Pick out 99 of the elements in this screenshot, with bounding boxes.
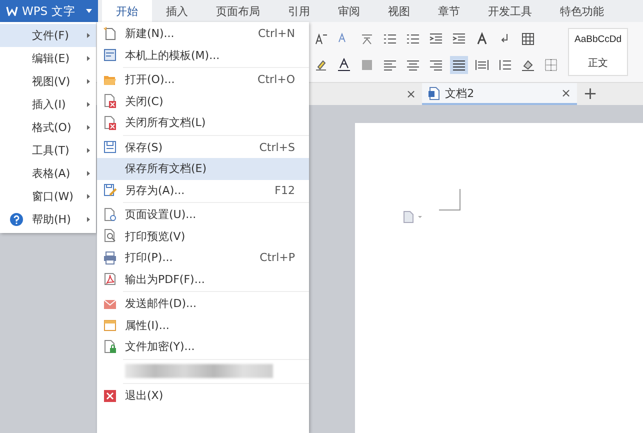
ribbon-tab[interactable]: 特色功能: [546, 0, 618, 22]
ribbon-tab[interactable]: 视图: [374, 0, 424, 22]
submenu-arrow-icon: [87, 102, 90, 107]
menu-item[interactable]: 页面设置(U)...: [97, 204, 309, 226]
menu-item[interactable]: 输出为PDF(F)...: [97, 268, 309, 290]
print-icon: [103, 250, 117, 265]
menu-item[interactable]: 表格(A): [0, 162, 96, 185]
submenu-arrow-icon: [87, 171, 90, 176]
encrypt-icon: [103, 340, 117, 354]
close-icon: [103, 116, 117, 130]
shortcut-text: Ctrl+O: [258, 73, 295, 86]
shortcut-text: Ctrl+S: [259, 140, 295, 154]
ribbon-tab[interactable]: 审阅: [324, 0, 374, 22]
new-tab-button[interactable]: +: [577, 83, 604, 105]
menu-item[interactable]: 保存(S) Ctrl+S: [97, 136, 309, 158]
submenu-arrow-icon: [87, 33, 90, 38]
menu-item[interactable]: 发送邮件(D)...: [97, 293, 309, 314]
menu-item[interactable]: 新建(N)... Ctrl+N: [97, 23, 309, 44]
ribbon-tab[interactable]: 页面布局: [202, 0, 274, 22]
shortcut-text: F12: [274, 184, 295, 197]
submenu-arrow-icon: [87, 79, 90, 84]
outdent-icon: [429, 32, 443, 46]
submenu-arrow-icon: [87, 56, 90, 61]
distribute-icon: [475, 58, 489, 72]
app-menu-button[interactable]: WPS 文字: [0, 0, 98, 22]
tab-title: 文档2: [445, 86, 476, 100]
close-button[interactable]: ×: [561, 86, 572, 100]
submenu-arrow-icon: [87, 194, 90, 199]
menu-item[interactable]: 文件(F): [0, 24, 96, 47]
template-icon: [103, 48, 117, 62]
pagesetup-icon: [103, 208, 117, 222]
highlight-icon: [314, 58, 328, 72]
toolbar-button[interactable]: [335, 56, 353, 74]
bullets-icon: [383, 32, 397, 46]
style-preview[interactable]: AaBbCcDd 正文: [568, 28, 628, 76]
menu-item[interactable]: 关闭所有文档(L): [97, 112, 309, 134]
menu-item[interactable]: 插入(I): [0, 93, 96, 116]
ribbon-tab[interactable]: 引用: [274, 0, 324, 22]
saveas-icon: [103, 183, 117, 198]
numbering-icon: [406, 32, 420, 46]
indent-icon: [452, 32, 466, 46]
toolbar-button[interactable]: [450, 56, 468, 74]
save-icon: [103, 140, 117, 154]
margin-corner-mark: [439, 189, 461, 211]
caret-icon: [86, 9, 92, 13]
menu-item[interactable]: 编辑(E): [0, 47, 96, 70]
align-right-icon: [429, 58, 443, 72]
menu-item[interactable]: 另存为(A)... F12: [97, 180, 309, 201]
menu-item[interactable]: 属性(I)...: [97, 314, 309, 336]
menu-item[interactable]: 打印预览(V): [97, 226, 309, 247]
exit-icon: [103, 388, 117, 403]
ribbon-tab[interactable]: 章节: [424, 0, 474, 22]
menu-item[interactable]: 窗口(W): [0, 185, 96, 208]
justify-icon: [452, 58, 466, 72]
style-sample: AaBbCcDd: [574, 34, 622, 46]
document-icon: [428, 86, 440, 100]
submenu-arrow-icon: [87, 217, 90, 222]
close-icon: [103, 94, 117, 108]
shrink-icon: [314, 32, 328, 46]
menu-item[interactable]: 关闭(C): [97, 90, 309, 112]
menu-item[interactable]: 视图(V): [0, 70, 96, 93]
submenu-arrow-icon: [87, 148, 90, 153]
menu-item[interactable]: 打印(P)... Ctrl+P: [97, 247, 309, 268]
align-left-icon: [383, 58, 397, 72]
fill-icon: [521, 58, 535, 72]
submenu-arrow-icon: [87, 125, 90, 130]
new-icon: [103, 26, 117, 41]
close-button[interactable]: ×: [406, 87, 416, 101]
menu-item[interactable]: 工具(T): [0, 139, 96, 162]
ribbon-tab[interactable]: 开始: [102, 0, 152, 22]
menu-item[interactable]: 文件加密(Y)...: [97, 336, 309, 358]
menu-item[interactable]: 格式(O): [0, 116, 96, 139]
shortcut-text: Ctrl+P: [260, 251, 295, 264]
pdf-icon: [103, 272, 117, 286]
ribbon-tab[interactable]: 开发工具: [474, 0, 546, 22]
align-center-icon: [406, 58, 420, 72]
fontsize-icon: [475, 32, 489, 46]
shade-icon: [360, 58, 374, 72]
spacing-icon: [498, 58, 512, 72]
menu-item[interactable]: 帮助(H): [0, 208, 96, 231]
help-icon: [10, 213, 23, 226]
toolbar-button[interactable]: [519, 30, 537, 48]
menu-item[interactable]: 保存所有文档(E): [97, 158, 309, 180]
ribbon-tab[interactable]: 插入: [152, 0, 202, 22]
border-icon: [544, 58, 558, 72]
app-name: WPS 文字: [22, 4, 76, 18]
menu-item[interactable]: 打开(O)... Ctrl+O: [97, 69, 309, 90]
logo-icon: [6, 6, 18, 16]
document-tab[interactable]: ×: [400, 83, 422, 105]
shortcut-text: Ctrl+N: [258, 27, 295, 40]
fontcolor-icon: [337, 58, 351, 72]
menu-item[interactable]: 退出(X): [97, 385, 309, 406]
properties-icon: [103, 318, 117, 332]
table-icon: [521, 32, 535, 46]
pinyin-icon: [360, 32, 374, 46]
style-name: 正文: [588, 56, 608, 70]
menu-item[interactable]: 本机上的模板(M)...: [97, 44, 309, 66]
document-tab[interactable]: 文档2 ×: [422, 83, 578, 105]
preview-icon: [103, 229, 117, 244]
